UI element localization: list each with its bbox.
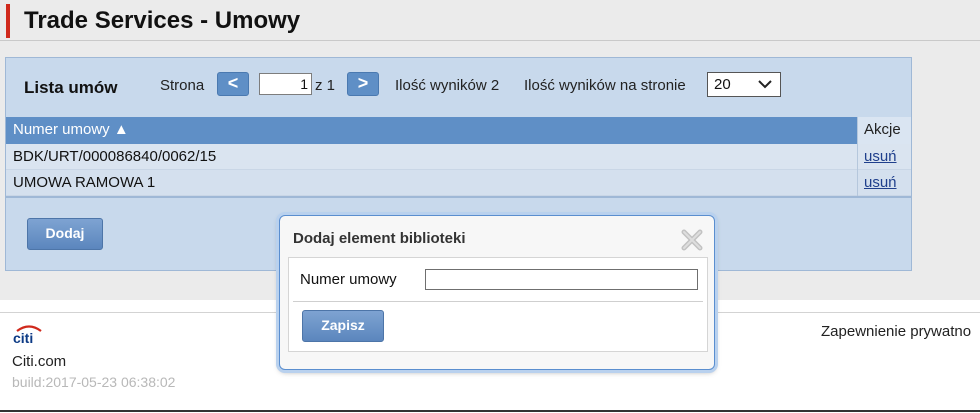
next-page-button[interactable]: > [347,72,379,96]
privacy-link[interactable]: Zapewnienie prywatno [821,323,971,340]
citi-logo-text: citi [13,330,33,344]
page-number-input[interactable] [259,73,312,95]
bottom-border [0,410,980,412]
close-icon[interactable] [680,228,704,252]
table-row: BDK/URT/000086840/0062/15 usuń [6,144,911,170]
table-row: UMOWA RAMOWA 1 usuń [6,170,911,196]
page-header: Trade Services - Umowy [0,0,980,41]
column-header-number[interactable]: Numer umowy ▲ [13,121,129,138]
citi-site-link[interactable]: Citi.com [12,353,66,370]
per-page-select[interactable]: 20 [707,72,781,97]
build-info: build:2017-05-23 06:38:02 [12,374,176,390]
results-count: Ilość wyników 2 [395,77,500,94]
chevron-down-icon [758,80,772,89]
delete-link[interactable]: usuń [864,174,897,191]
per-page-value: 20 [714,76,731,93]
dialog-body: Numer umowy Zapisz [288,257,708,352]
title-accent-bar [6,4,10,38]
delete-link[interactable]: usuń [864,148,897,165]
page-title: Trade Services - Umowy [24,7,301,34]
page-count-label: z 1 [315,77,336,94]
row-actions: usuń [857,170,911,196]
add-button[interactable]: Dodaj [27,218,103,250]
citi-logo-icon: citi [13,325,42,344]
page-label: Strona [160,77,205,94]
panel-toolbar: Lista umów Strona < z 1 > Ilość wyników … [6,58,911,116]
contract-number: UMOWA RAMOWA 1 [13,174,156,191]
table-header: Numer umowy ▲ Akcje [6,117,911,144]
column-header-actions: Akcje [857,117,911,144]
dialog-divider [293,301,703,302]
per-page-label: Ilość wyników na stronie [524,77,686,94]
contracts-table: Numer umowy ▲ Akcje BDK/URT/000086840/00… [6,117,911,198]
prev-page-button[interactable]: < [217,72,249,96]
contract-number-input[interactable] [425,269,698,290]
contract-number-label: Numer umowy [300,271,397,288]
row-actions: usuń [857,144,911,170]
save-button[interactable]: Zapisz [302,310,384,342]
add-library-item-dialog: Dodaj element biblioteki Numer umowy Zap… [279,215,715,370]
contract-number: BDK/URT/000086840/0062/15 [13,148,217,165]
list-title: Lista umów [24,78,118,97]
table-bottom-border [6,196,911,198]
dialog-title: Dodaj element biblioteki [293,230,466,247]
